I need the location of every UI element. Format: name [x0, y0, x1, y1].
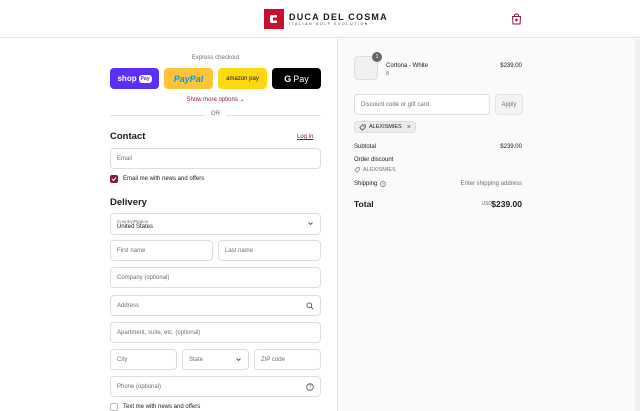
first-name-placeholder: First name	[117, 247, 146, 254]
apply-discount-button[interactable]: Apply	[495, 94, 523, 115]
zip-placeholder: ZIP code	[261, 356, 285, 363]
phone-placeholder: Phone (optional)	[117, 383, 162, 390]
apartment-placeholder: Apartment, suite, etc. (optional)	[117, 329, 201, 336]
shipping-row: Shipping ?	[354, 181, 387, 187]
shop-pay-label: shop	[117, 74, 137, 83]
apartment-field[interactable]: Apartment, suite, etc. (optional)	[110, 322, 321, 343]
subtotal-value: $239.00	[500, 144, 522, 150]
discount-chip: ALEXISMIES ×	[354, 121, 416, 133]
paypal-label-a: Pay	[173, 73, 190, 84]
email-field[interactable]: Email	[110, 148, 321, 169]
show-more-label: Show more options	[186, 97, 238, 103]
email-placeholder: Email	[117, 155, 133, 162]
state-select[interactable]: State	[182, 349, 249, 370]
city-placeholder: City	[117, 356, 128, 363]
company-placeholder: Company (optional)	[117, 274, 170, 281]
or-divider: OR	[110, 111, 321, 119]
amazon-pay-button[interactable]: amazon pay	[218, 68, 267, 89]
last-name-field[interactable]: Last name	[218, 240, 321, 261]
express-checkout-label: Express checkout	[191, 55, 240, 61]
brand-logo-icon	[264, 9, 284, 29]
chevron-down-icon: ⌄	[239, 97, 245, 103]
last-name-placeholder: Last name	[225, 247, 254, 254]
text-news-checkbox-row[interactable]: Text me with news and offers	[110, 403, 200, 411]
subtotal-label: Subtotal	[354, 144, 377, 150]
state-placeholder: State	[189, 356, 204, 363]
country-select-value: United States	[117, 223, 154, 230]
help-circle-icon[interactable]: ?	[380, 181, 387, 187]
delivery-heading: Delivery	[110, 197, 147, 208]
shopping-bag-icon[interactable]	[511, 12, 522, 30]
shop-pay-pill: Pay	[138, 74, 152, 83]
brand-name: DUCA DEL COSMA	[289, 11, 388, 22]
google-g-icon: G	[284, 73, 292, 84]
text-news-label: Text me with news and offers	[123, 404, 201, 410]
svg-text:?: ?	[382, 182, 384, 186]
brand-tagline: ITALIAN GOLF EVOLUTION	[289, 21, 369, 26]
email-news-checkbox[interactable]	[110, 175, 118, 183]
first-name-field[interactable]: First name	[110, 240, 213, 261]
zip-field[interactable]: ZIP code	[254, 349, 321, 370]
tag-icon	[354, 167, 363, 173]
address-placeholder: Address	[117, 302, 140, 309]
shipping-label: Shipping	[354, 181, 378, 187]
tag-icon	[359, 123, 369, 131]
remove-discount-icon[interactable]: ×	[407, 124, 411, 131]
discount-chip-code: ALEXISMIES	[369, 124, 402, 130]
total-value: $239.00	[491, 199, 522, 209]
contact-heading: Contact	[110, 131, 146, 142]
chevron-down-icon	[307, 220, 314, 229]
google-pay-label: Pay	[293, 73, 309, 84]
search-icon	[306, 302, 314, 312]
order-summary: 1 Cortona - White 8 $239.00 Discount cod…	[337, 39, 640, 411]
address-field[interactable]: Address	[110, 295, 321, 316]
discount-placeholder: Discount code or gift card	[361, 101, 430, 108]
or-label: OR	[211, 111, 220, 117]
show-more-options-link[interactable]: Show more options ⌄	[110, 96, 321, 103]
page-scrollbar[interactable]	[635, 39, 640, 411]
city-field[interactable]: City	[110, 349, 177, 370]
brand-logo[interactable]: DUCA DEL COSMA ITALIAN GOLF EVOLUTION	[264, 9, 388, 29]
company-field[interactable]: Company (optional)	[110, 267, 321, 288]
shop-pay-button[interactable]: shop Pay	[110, 68, 159, 89]
product-price: $239.00	[500, 63, 522, 69]
product-thumbnail: 1	[354, 52, 382, 80]
total-label: Total	[354, 199, 374, 209]
text-news-checkbox[interactable]	[110, 403, 118, 411]
order-discount-code: ALEXISMIES	[363, 167, 396, 173]
product-name: Cortona - White	[386, 63, 429, 69]
amazon-pay-label: amazon pay	[226, 75, 259, 82]
chevron-down-icon	[235, 356, 242, 365]
quantity-badge: 1	[372, 52, 382, 62]
country-select[interactable]: Country/Region United States	[110, 213, 321, 235]
help-circle-icon[interactable]: ?	[306, 383, 314, 393]
email-news-label: Email me with news and offers	[123, 176, 205, 182]
checkout-form: Express checkout shop Pay Pay Pal amazon …	[0, 39, 337, 411]
google-pay-button[interactable]: G Pay	[272, 68, 321, 89]
phone-field[interactable]: Phone (optional) ?	[110, 376, 321, 397]
paypal-label-b: Pal	[189, 73, 204, 84]
svg-text:?: ?	[309, 385, 312, 391]
product-variant: 8	[386, 71, 390, 77]
order-discount-label: Order discount	[354, 157, 394, 163]
discount-code-input[interactable]: Discount code or gift card	[354, 94, 490, 115]
paypal-button[interactable]: Pay Pal	[164, 68, 213, 89]
order-discount-code-row: ALEXISMIES	[354, 167, 396, 173]
header: DUCA DEL COSMA ITALIAN GOLF EVOLUTION	[0, 0, 640, 38]
shipping-value: Enter shipping address	[460, 181, 522, 187]
login-link[interactable]: Log in	[297, 134, 313, 140]
email-news-checkbox-row[interactable]: Email me with news and offers	[110, 175, 204, 183]
